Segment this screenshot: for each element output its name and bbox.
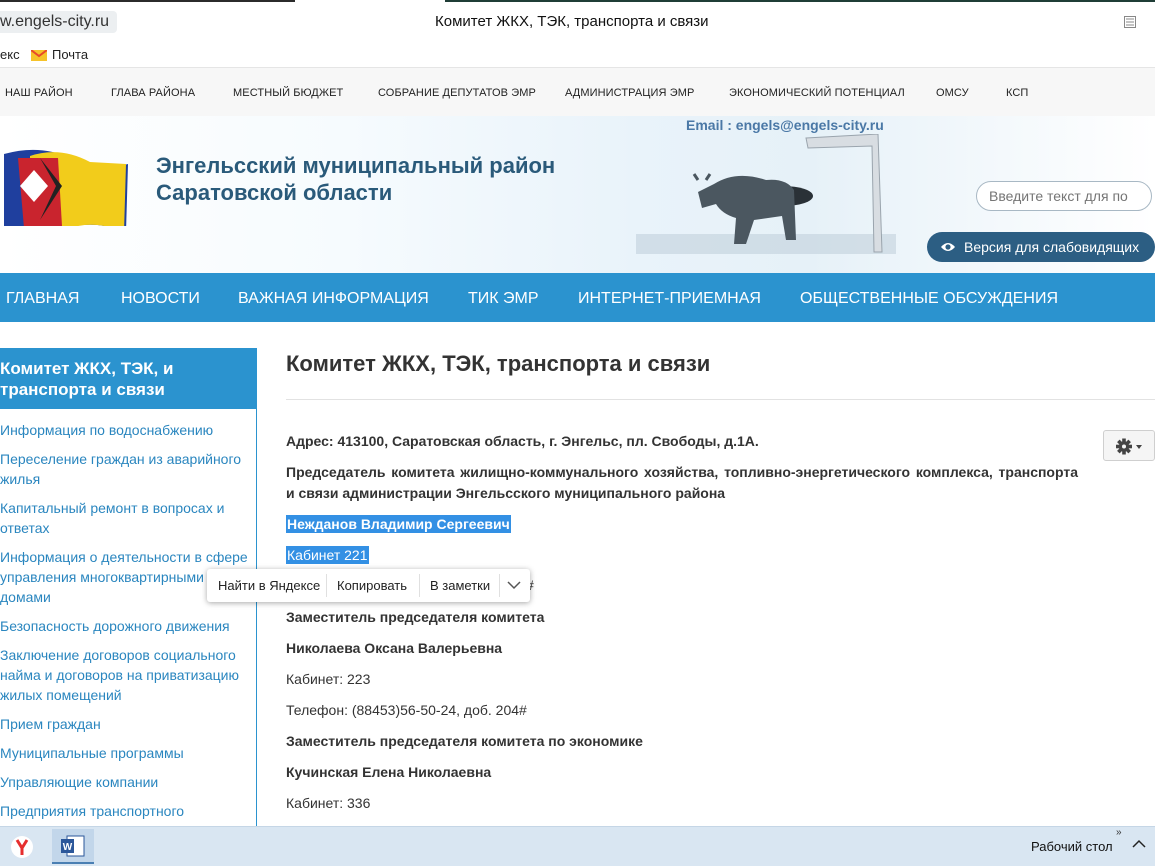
top-menu-item[interactable]: МЕСТНЫЙ БЮДЖЕТ bbox=[233, 87, 343, 99]
address-text: Адрес: 413100, Саратовская область, г. Э… bbox=[286, 433, 759, 449]
page-tab-title: Комитет ЖКХ, ТЭК, транспорта и связи bbox=[435, 13, 709, 30]
sidebar-item[interactable]: Предприятия транспортного bbox=[0, 801, 250, 821]
bookmarks-bar: екс Почта bbox=[0, 44, 1155, 66]
eye-icon bbox=[941, 243, 955, 251]
sidebar-item[interactable]: Заключение договоров социального найма и… bbox=[0, 645, 250, 705]
main-nav-item[interactable]: ИНТЕРНЕТ-ПРИЕМНАЯ bbox=[578, 290, 761, 308]
desktop-toolbar-label[interactable]: Рабочий стол bbox=[1031, 839, 1113, 854]
bookmark-mail[interactable]: Почта bbox=[52, 47, 88, 62]
sidebar-item[interactable]: Информация по водоснабжению bbox=[0, 420, 250, 440]
site-title-line: Энгельсский муниципальный район bbox=[156, 153, 556, 178]
selected-text: Нежданов Владимир Сергеевич bbox=[286, 515, 511, 533]
site-title-line: Саратовской области bbox=[156, 180, 393, 205]
caret-down-icon bbox=[1136, 445, 1142, 449]
deputy-name: Николаева Оксана Валерьевна bbox=[286, 640, 503, 656]
deputy-name: Кучинская Елена Николаевна bbox=[286, 764, 492, 780]
sidebar-item[interactable]: Капитальный ремонт в вопросах и ответах bbox=[0, 498, 250, 538]
tray-chevron-up-icon[interactable] bbox=[1132, 839, 1146, 849]
selection-context-popup: Найти в Яндексе Копировать В заметки bbox=[207, 569, 530, 602]
top-menu-item[interactable]: НАШ РАЙОН bbox=[5, 87, 73, 99]
chairman-name: Нежданов Владимир Сергеевич bbox=[286, 515, 511, 533]
svg-text:W: W bbox=[63, 842, 73, 853]
top-menu-item[interactable]: ЭКОНОМИЧЕСКИЙ ПОТЕНЦИАЛ bbox=[729, 87, 905, 99]
chairman-cabinet: Кабинет 221 bbox=[286, 546, 369, 564]
main-nav-item[interactable]: НОВОСТИ bbox=[121, 290, 200, 308]
word-taskbar-button[interactable]: W bbox=[52, 829, 94, 864]
sidebar-heading-line: транспорта и связи bbox=[0, 380, 165, 399]
main-nav: ГЛАВНАЯ НОВОСТИ ВАЖНАЯ ИНФОРМАЦИЯ ТИК ЭМ… bbox=[0, 273, 1155, 322]
gear-icon bbox=[1116, 438, 1142, 455]
sidebar-heading: Комитет ЖКХ, ТЭК, и транспорта и связи bbox=[0, 348, 256, 409]
header-email[interactable]: Email : engels@engels-city.ru bbox=[686, 117, 884, 133]
accessibility-version-label: Версия для слабовидящих bbox=[964, 239, 1140, 255]
deputy-title: Заместитель председателя комитета bbox=[286, 609, 545, 625]
site-title[interactable]: Энгельсский муниципальный район Саратовс… bbox=[156, 152, 555, 206]
accessibility-version-button[interactable]: Версия для слабовидящих bbox=[927, 232, 1155, 262]
divider bbox=[326, 574, 327, 597]
divider bbox=[419, 574, 420, 597]
sidebar-list: Информация по водоснабжению Переселение … bbox=[0, 420, 250, 830]
main-nav-item[interactable]: ТИК ЭМР bbox=[468, 290, 539, 308]
deputy-title: Заместитель председателя комитета по эко… bbox=[286, 733, 643, 749]
deputy-cabinet: Кабинет: 223 bbox=[286, 671, 371, 687]
district-flag[interactable] bbox=[0, 136, 130, 226]
monument-image bbox=[636, 134, 896, 254]
yandex-browser-icon[interactable] bbox=[10, 835, 34, 859]
taskbar: W Рабочий стол » bbox=[0, 826, 1155, 866]
selected-text: Кабинет 221 bbox=[286, 546, 369, 564]
divider bbox=[286, 399, 1155, 400]
top-menu-item[interactable]: АДМИНИСТРАЦИЯ ЭМР bbox=[565, 87, 694, 99]
chevron-down-icon[interactable] bbox=[507, 580, 521, 590]
toolbar-expand-icon[interactable]: » bbox=[1116, 827, 1122, 838]
top-menu-item[interactable]: ГЛАВА РАЙОНА bbox=[111, 87, 195, 99]
add-to-notes-button[interactable]: В заметки bbox=[430, 578, 490, 593]
main-nav-item[interactable]: ОБЩЕСТВЕННЫЕ ОБСУЖДЕНИЯ bbox=[800, 290, 1058, 308]
bookmark-yandex[interactable]: екс bbox=[0, 47, 20, 62]
main-nav-item[interactable]: ГЛАВНАЯ bbox=[6, 290, 79, 308]
settings-dropdown-button[interactable] bbox=[1103, 430, 1155, 461]
sidebar-item[interactable]: Муниципальные программы bbox=[0, 743, 250, 763]
address-bar[interactable]: w.engels-city.ru bbox=[0, 11, 118, 33]
browser-toolbar: w.engels-city.ru Комитет ЖКХ, ТЭК, транс… bbox=[0, 0, 1155, 44]
top-menu-item[interactable]: СОБРАНИЕ ДЕПУТАТОВ ЭМР bbox=[378, 87, 536, 99]
tab-strip-edge bbox=[0, 0, 295, 2]
word-icon: W bbox=[61, 835, 85, 857]
sidebar-item[interactable]: Переселение граждан из аварийного жилья bbox=[0, 449, 250, 489]
reader-mode-icon[interactable] bbox=[1124, 16, 1136, 28]
find-in-yandex-button[interactable]: Найти в Яндексе bbox=[218, 578, 320, 593]
copy-button[interactable]: Копировать bbox=[337, 578, 407, 593]
sidebar-item[interactable]: Прием граждан bbox=[0, 714, 250, 734]
search-input[interactable] bbox=[976, 181, 1152, 211]
top-menu-item[interactable]: КСП bbox=[1006, 87, 1028, 99]
deputy-phone: Телефон: (88453)56-50-24, доб. 204# bbox=[286, 702, 527, 718]
mail-icon bbox=[31, 50, 47, 61]
top-menu: НАШ РАЙОН ГЛАВА РАЙОНА МЕСТНЫЙ БЮДЖЕТ СО… bbox=[0, 67, 1155, 117]
deputy-cabinet: Кабинет: 336 bbox=[286, 795, 371, 811]
sidebar-heading-line: Комитет ЖКХ, ТЭК, и bbox=[0, 359, 174, 378]
chairman-description: Председатель комитета жилищно-коммунальн… bbox=[286, 464, 1078, 501]
site-header: Энгельсский муниципальный район Саратовс… bbox=[0, 116, 1155, 273]
page-title: Комитет ЖКХ, ТЭК, транспорта и связи bbox=[286, 351, 711, 376]
tab-strip-edge bbox=[445, 0, 1155, 2]
sidebar-item[interactable]: Безопасность дорожного движения bbox=[0, 616, 250, 636]
top-menu-item[interactable]: ОМСУ bbox=[936, 87, 969, 99]
main-nav-item[interactable]: ВАЖНАЯ ИНФОРМАЦИЯ bbox=[238, 290, 429, 308]
sidebar-item[interactable]: Управляющие компании bbox=[0, 772, 250, 792]
divider bbox=[499, 574, 500, 597]
